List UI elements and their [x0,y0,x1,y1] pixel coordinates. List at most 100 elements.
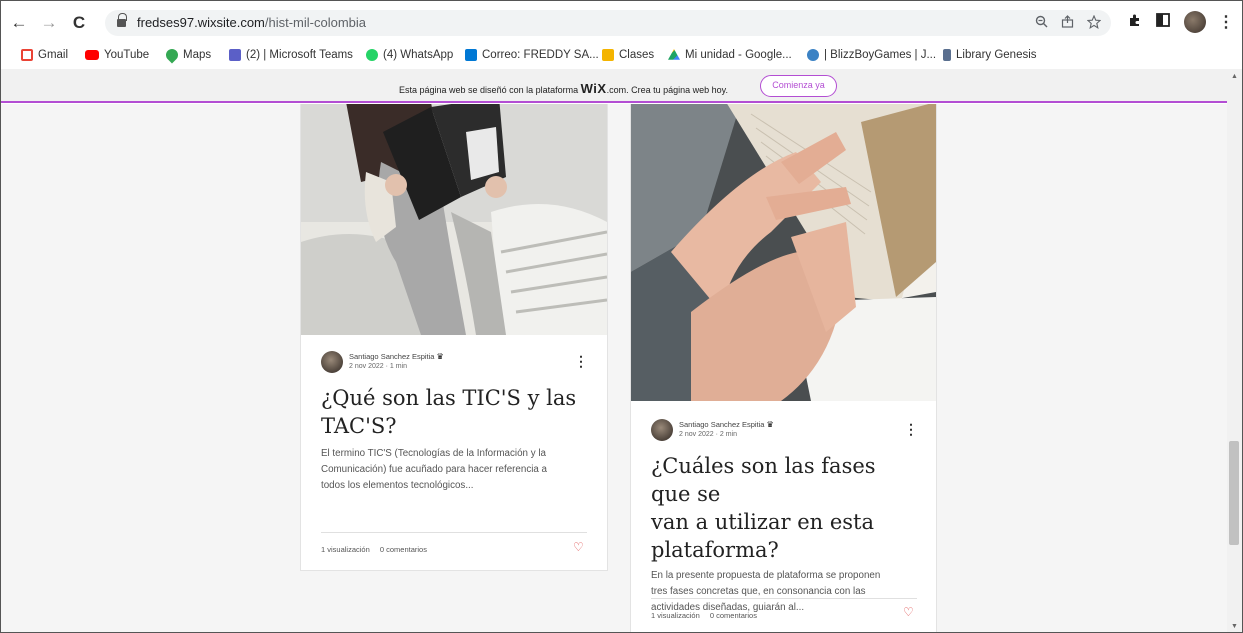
bookmark-library-genesis[interactable]: Library Genesis [943,49,1037,61]
bookmark-label: YouTube [104,49,150,61]
url-domain: fredses97.wixsite.com [137,15,265,30]
url-path: /hist-mil-colombia [264,15,367,30]
author-name[interactable]: Santiago Sanchez Espitia ♛ [679,420,774,429]
profile-avatar[interactable] [1184,11,1206,33]
whatsapp-icon [366,49,378,61]
post-excerpt: El termino TIC'S (Tecnologías de la Info… [321,446,589,494]
post-author-row: Santiago Sanchez Espitia ♛ 2 nov 2022 · 2… [651,419,918,443]
page-scrollbar[interactable]: ▲ ▼ [1227,69,1242,632]
youtube-icon [85,50,99,60]
post-excerpt-line: El termino TIC'S (Tecnologías de la Info… [321,448,546,459]
like-heart-icon[interactable]: ♡ [903,605,914,619]
start-now-button[interactable]: Comienza ya [760,75,837,97]
teams-icon [229,49,241,61]
post-stats: 1 visualización 0 comentarios [321,545,435,554]
drive-icon [668,49,680,60]
post-date: 2 nov 2022 [349,363,384,370]
author-name-text: Santiago Sanchez Espitia [679,420,765,429]
zoom-icon[interactable] [1035,15,1048,31]
outlook-icon [465,49,477,61]
bookmark-label: (4) WhatsApp [383,49,454,61]
bookmark-gmail[interactable]: Gmail [21,49,68,61]
scroll-down-arrow-icon[interactable]: ▼ [1231,623,1238,630]
post-date: 2 nov 2022 [679,431,714,438]
comment-count[interactable]: 0 comentarios [380,545,427,554]
wix-banner-text-after: .com. Crea tu página web hoy. [606,85,728,95]
gmail-icon [21,49,33,61]
bookmark-label: Maps [183,49,212,61]
card-divider [321,532,587,533]
browser-toolbar: ← → C fredses97.wixsite.com/hist-mil-col… [1,1,1242,44]
read-time: 1 min [389,363,408,370]
post-title-line: plataforma? [651,538,779,562]
post-stats: 1 visualización 0 comentarios [651,611,765,620]
classroom-icon [602,49,614,61]
post-title[interactable]: ¿Qué son las TIC'S y las TAC'S? [321,384,589,440]
bookmark-drive[interactable]: Mi unidad - Google... [668,49,792,61]
author-name-text: Santiago Sanchez Espitia [349,352,435,361]
blog-post-card[interactable]: Santiago Sanchez Espitia ♛ 2 nov 2022 · 1… [300,104,608,571]
view-count: 1 visualización [321,545,370,554]
bookmark-clases[interactable]: Clases [602,49,654,61]
post-title-line: ¿Qué son las TIC'S y las [321,386,577,410]
star-icon[interactable] [1086,14,1102,32]
author-name[interactable]: Santiago Sanchez Espitia ♛ [349,352,444,361]
post-title-line: TAC'S? [321,414,397,438]
bookmark-label: (2) | Microsoft Teams [246,49,353,61]
forward-icon[interactable]: → [39,13,59,33]
browser-window: ← → C fredses97.wixsite.com/hist-mil-col… [0,0,1243,633]
post-excerpt: En la presente propuesta de plataforma s… [651,568,918,616]
post-content: Santiago Sanchez Espitia ♛ 2 nov 2022 · 2… [651,419,918,616]
author-avatar[interactable] [321,351,343,373]
post-title[interactable]: ¿Cuáles son las fases que se van a utili… [651,452,918,564]
author-avatar[interactable] [651,419,673,441]
library-icon [943,49,951,61]
more-actions-icon[interactable]: ⋮ [904,421,918,438]
post-title-line: ¿Cuáles son las fases que se [651,454,876,506]
side-panel-icon[interactable] [1155,12,1171,33]
bookmark-teams[interactable]: (2) | Microsoft Teams [229,49,353,61]
url-text[interactable]: fredses97.wixsite.com/hist-mil-colombia [137,15,366,30]
blog-post-card[interactable]: Santiago Sanchez Espitia ♛ 2 nov 2022 · 2… [630,104,937,632]
extensions-icon[interactable] [1127,12,1143,33]
back-icon[interactable]: ← [9,13,29,33]
maps-icon [163,46,181,64]
card-divider [651,598,917,599]
comment-count[interactable]: 0 comentarios [710,611,757,620]
post-title-line: van a utilizar en esta [651,510,874,534]
reload-icon[interactable]: C [69,13,89,33]
wix-banner: Esta página web se diseñó con la platafo… [1,69,1227,103]
bookmark-label: Gmail [38,49,69,61]
post-excerpt-line: En la presente propuesta de plataforma s… [651,570,881,581]
view-count: 1 visualización [651,611,700,620]
lock-icon [117,13,127,28]
scrollbar-thumb[interactable] [1229,441,1239,545]
post-cover-image[interactable] [631,104,936,401]
scroll-up-arrow-icon[interactable]: ▲ [1231,73,1238,80]
wix-banner-text: Esta página web se diseñó con la platafo… [399,81,728,96]
crown-icon: ♛ [436,352,444,361]
post-excerpt-line: Comunicación) fue acuñado para hacer ref… [321,464,548,475]
bookmark-youtube[interactable]: YouTube [85,49,149,61]
post-cover-image[interactable] [301,104,607,335]
menu-icon[interactable]: ⋮ [1218,12,1234,32]
bookmark-label: Clases [619,49,655,61]
share-icon[interactable] [1061,15,1074,31]
wix-banner-text-before: Esta página web se diseñó con la platafo… [399,85,579,95]
bookmarks-bar: Gmail YouTube Maps (2) | Microsoft Teams… [1,44,1242,69]
post-meta: 2 nov 2022 · 2 min [679,431,738,438]
post-content: Santiago Sanchez Espitia ♛ 2 nov 2022 · 1… [321,351,589,494]
globe-icon [807,49,819,61]
bookmark-whatsapp[interactable]: (4) WhatsApp [366,49,453,61]
like-heart-icon[interactable]: ♡ [573,540,584,554]
bookmark-maps[interactable]: Maps [163,46,212,64]
bookmark-outlook[interactable]: Correo: FREDDY SA... [465,49,599,61]
post-author-row: Santiago Sanchez Espitia ♛ 2 nov 2022 · 1… [321,351,589,375]
post-meta: 2 nov 2022 · 1 min [349,363,408,370]
more-actions-icon[interactable]: ⋮ [574,353,588,370]
bookmark-blizzboy[interactable]: | BlizzBoyGames | J... [807,49,936,61]
read-time: 2 min [719,431,738,438]
bookmark-label: Library Genesis [956,49,1037,61]
crown-icon: ♛ [766,420,774,429]
address-bar[interactable]: fredses97.wixsite.com/hist-mil-colombia [105,10,1111,36]
